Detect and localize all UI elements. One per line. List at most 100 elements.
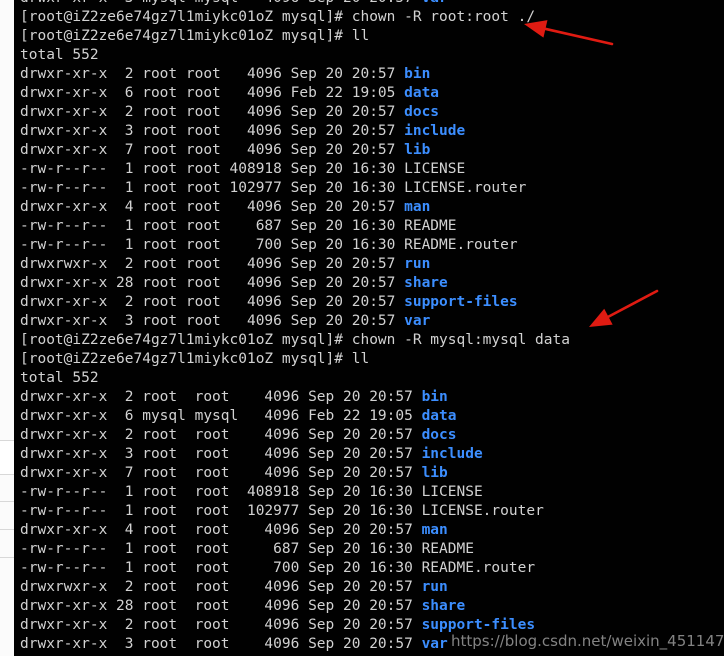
listing-attributes: [root@iZ2ze6e74gz7l1miykc01oZ mysql]# ch… — [20, 9, 536, 25]
listing-attributes: drwxr-xr-x 3 root root 4096 Sep 20 20:57 — [20, 313, 405, 329]
listing-attributes: -rw-r--r-- 1 root root 687 Sep 20 16:30 — [20, 218, 405, 234]
listing-attributes: drwxr-xr-x 28 root root 4096 Sep 20 20:5… — [20, 275, 405, 291]
directory-name[interactable]: data — [404, 85, 439, 101]
listing-attributes: drwxr-xr-x 4 root root 4096 Sep 20 20:57 — [20, 199, 405, 215]
terminal-listing-row: drwxrwxr-x 2 root root 4096 Sep 20 20:57… — [14, 255, 570, 274]
directory-name[interactable]: share — [404, 275, 448, 291]
terminal-listing-row: drwxr-xr-x 4 root root 4096 Sep 20 20:57… — [14, 198, 570, 217]
listing-attributes: drwxr-xr-x 2 root root 4096 Sep 20 20:57 — [20, 294, 405, 310]
terminal-listing-row: -rw-r--r-- 1 root root 102977 Sep 20 16:… — [14, 502, 570, 521]
terminal-listing-row: -rw-r--r-- 1 root root 700 Sep 20 16:30 … — [14, 236, 570, 255]
terminal-listing-row: drwxr-xr-x 3 root root 4096 Sep 20 20:57… — [14, 445, 570, 464]
terminal-listing-row: drwxr-xr-x 6 root root 4096 Feb 22 19:05… — [14, 84, 570, 103]
terminal-output: drwxr-xr-x 3 mysql mysql 4096 Sep 20 20:… — [14, 0, 570, 654]
file-name[interactable]: LICENSE — [422, 484, 483, 500]
directory-name[interactable]: lib — [422, 465, 448, 481]
listing-attributes: drwxr-xr-x 3 root root 4096 Sep 20 20:57 — [20, 446, 422, 462]
terminal-listing-row: drwxr-xr-x 2 root root 4096 Sep 20 20:57… — [14, 388, 570, 407]
terminal-listing-row: drwxr-xr-x 3 mysql mysql 4096 Sep 20 20:… — [14, 0, 570, 8]
listing-attributes: total 552 — [20, 47, 99, 63]
listing-attributes: -rw-r--r-- 1 root root 102977 Sep 20 16:… — [20, 503, 422, 519]
terminal-command-line: [root@iZ2ze6e74gz7l1miykc01oZ mysql]# ll — [14, 350, 570, 369]
terminal-listing-row: drwxr-xr-x 3 root root 4096 Sep 20 20:57… — [14, 122, 570, 141]
directory-name[interactable]: man — [404, 199, 430, 215]
terminal-listing-row: -rw-r--r-- 1 root root 687 Sep 20 16:30 … — [14, 217, 570, 236]
directory-name[interactable]: run — [422, 579, 448, 595]
directory-name[interactable]: data — [422, 408, 457, 424]
terminal-listing-row: drwxr-xr-x 2 root root 4096 Sep 20 20:57… — [14, 65, 570, 84]
file-name[interactable]: README — [422, 541, 474, 557]
listing-attributes: drwxr-xr-x 2 root root 4096 Sep 20 20:57 — [20, 389, 422, 405]
directory-name[interactable]: docs — [422, 427, 457, 443]
listing-attributes: drwxr-xr-x 7 root root 4096 Sep 20 20:57 — [20, 465, 422, 481]
terminal-output-line: total 552 — [14, 46, 570, 65]
directory-name[interactable]: support-files — [404, 294, 518, 310]
terminal-listing-row: drwxr-xr-x 2 root root 4096 Sep 20 20:57… — [14, 103, 570, 122]
terminal-command-line: [root@iZ2ze6e74gz7l1miykc01oZ mysql]# ll — [14, 27, 570, 46]
directory-name[interactable]: bin — [404, 66, 430, 82]
listing-attributes: drwxr-xr-x 6 mysql mysql 4096 Feb 22 19:… — [20, 408, 422, 424]
file-name[interactable]: README.router — [422, 560, 536, 576]
file-name[interactable]: LICENSE — [404, 161, 465, 177]
terminal-listing-row: -rw-r--r-- 1 root root 687 Sep 20 16:30 … — [14, 540, 570, 559]
listing-attributes: -rw-r--r-- 1 root root 700 Sep 20 16:30 — [20, 560, 422, 576]
listing-attributes: -rw-r--r-- 1 root root 408918 Sep 20 16:… — [20, 161, 405, 177]
terminal-listing-row: drwxr-xr-x 2 root root 4096 Sep 20 20:57… — [14, 426, 570, 445]
terminal-listing-row: drwxr-xr-x 4 root root 4096 Sep 20 20:57… — [14, 521, 570, 540]
terminal-listing-row: -rw-r--r-- 1 root root 700 Sep 20 16:30 … — [14, 559, 570, 578]
listing-attributes: [root@iZ2ze6e74gz7l1miykc01oZ mysql]# ll — [20, 351, 370, 367]
listing-attributes: -rw-r--r-- 1 root root 102977 Sep 20 16:… — [20, 180, 405, 196]
directory-name[interactable]: lib — [404, 142, 430, 158]
terminal-listing-row: drwxrwxr-x 2 root root 4096 Sep 20 20:57… — [14, 578, 570, 597]
directory-name[interactable]: run — [404, 256, 430, 272]
listing-attributes: drwxr-xr-x 6 root root 4096 Feb 22 19:05 — [20, 85, 405, 101]
listing-attributes: drwxr-xr-x 3 root root 4096 Sep 20 20:57 — [20, 123, 405, 139]
terminal-output-line: total 552 — [14, 369, 570, 388]
directory-name[interactable]: include — [404, 123, 465, 139]
listing-attributes: total 552 — [20, 370, 99, 386]
terminal-listing-row: -rw-r--r-- 1 root root 408918 Sep 20 16:… — [14, 483, 570, 502]
directory-name[interactable]: docs — [404, 104, 439, 120]
directory-name[interactable]: share — [422, 598, 466, 614]
listing-attributes: drwxr-xr-x 3 mysql mysql 4096 Sep 20 20:… — [20, 0, 422, 6]
listing-attributes: drwxr-xr-x 4 root root 4096 Sep 20 20:57 — [20, 522, 422, 538]
listing-attributes: drwxr-xr-x 28 root root 4096 Sep 20 20:5… — [20, 598, 422, 614]
listing-attributes: drwxr-xr-x 2 root root 4096 Sep 20 20:57 — [20, 66, 405, 82]
terminal-listing-row: -rw-r--r-- 1 root root 102977 Sep 20 16:… — [14, 179, 570, 198]
terminal-listing-row: -rw-r--r-- 1 root root 408918 Sep 20 16:… — [14, 160, 570, 179]
listing-attributes: drwxr-xr-x 2 root root 4096 Sep 20 20:57 — [20, 427, 422, 443]
directory-name[interactable]: man — [422, 522, 448, 538]
terminal-listing-row: drwxr-xr-x 28 root root 4096 Sep 20 20:5… — [14, 597, 570, 616]
directory-name[interactable]: bin — [422, 389, 448, 405]
screenshot-page: drwxr-xr-x 3 mysql mysql 4096 Sep 20 20:… — [0, 0, 724, 656]
document-left-gutter — [0, 0, 14, 656]
listing-attributes: drwxr-xr-x 3 root root 4096 Sep 20 20:57 — [20, 636, 422, 652]
listing-attributes: -rw-r--r-- 1 root root 700 Sep 20 16:30 — [20, 237, 405, 253]
terminal-listing-row: drwxr-xr-x 3 root root 4096 Sep 20 20:57… — [14, 312, 570, 331]
terminal-listing-row: drwxr-xr-x 28 root root 4096 Sep 20 20:5… — [14, 274, 570, 293]
terminal-command-line: [root@iZ2ze6e74gz7l1miykc01oZ mysql]# ch… — [14, 8, 570, 27]
listing-attributes: drwxrwxr-x 2 root root 4096 Sep 20 20:57 — [20, 256, 405, 272]
listing-attributes: drwxr-xr-x 7 root root 4096 Sep 20 20:57 — [20, 142, 405, 158]
listing-attributes: -rw-r--r-- 1 root root 687 Sep 20 16:30 — [20, 541, 422, 557]
directory-name[interactable]: var — [404, 313, 430, 329]
directory-name[interactable]: include — [422, 446, 483, 462]
directory-name[interactable]: support-files — [422, 617, 536, 633]
file-name[interactable]: README.router — [404, 237, 518, 253]
listing-attributes: [root@iZ2ze6e74gz7l1miykc01oZ mysql]# ch… — [20, 332, 570, 348]
listing-attributes: [root@iZ2ze6e74gz7l1miykc01oZ mysql]# ll — [20, 28, 370, 44]
watermark-text: https://blog.csdn.net/weixin_45114726 — [451, 632, 724, 650]
terminal-window[interactable]: drwxr-xr-x 3 mysql mysql 4096 Sep 20 20:… — [14, 0, 724, 656]
file-name[interactable]: LICENSE.router — [404, 180, 526, 196]
directory-name[interactable]: var — [422, 0, 448, 6]
listing-attributes: drwxrwxr-x 2 root root 4096 Sep 20 20:57 — [20, 579, 422, 595]
terminal-command-line: [root@iZ2ze6e74gz7l1miykc01oZ mysql]# ch… — [14, 331, 570, 350]
directory-name[interactable]: var — [422, 636, 448, 652]
listing-attributes: -rw-r--r-- 1 root root 408918 Sep 20 16:… — [20, 484, 422, 500]
file-name[interactable]: README — [404, 218, 456, 234]
terminal-listing-row: drwxr-xr-x 7 root root 4096 Sep 20 20:57… — [14, 464, 570, 483]
terminal-listing-row: drwxr-xr-x 6 mysql mysql 4096 Feb 22 19:… — [14, 407, 570, 426]
file-name[interactable]: LICENSE.router — [422, 503, 544, 519]
terminal-listing-row: drwxr-xr-x 2 root root 4096 Sep 20 20:57… — [14, 293, 570, 312]
listing-attributes: drwxr-xr-x 2 root root 4096 Sep 20 20:57 — [20, 104, 405, 120]
